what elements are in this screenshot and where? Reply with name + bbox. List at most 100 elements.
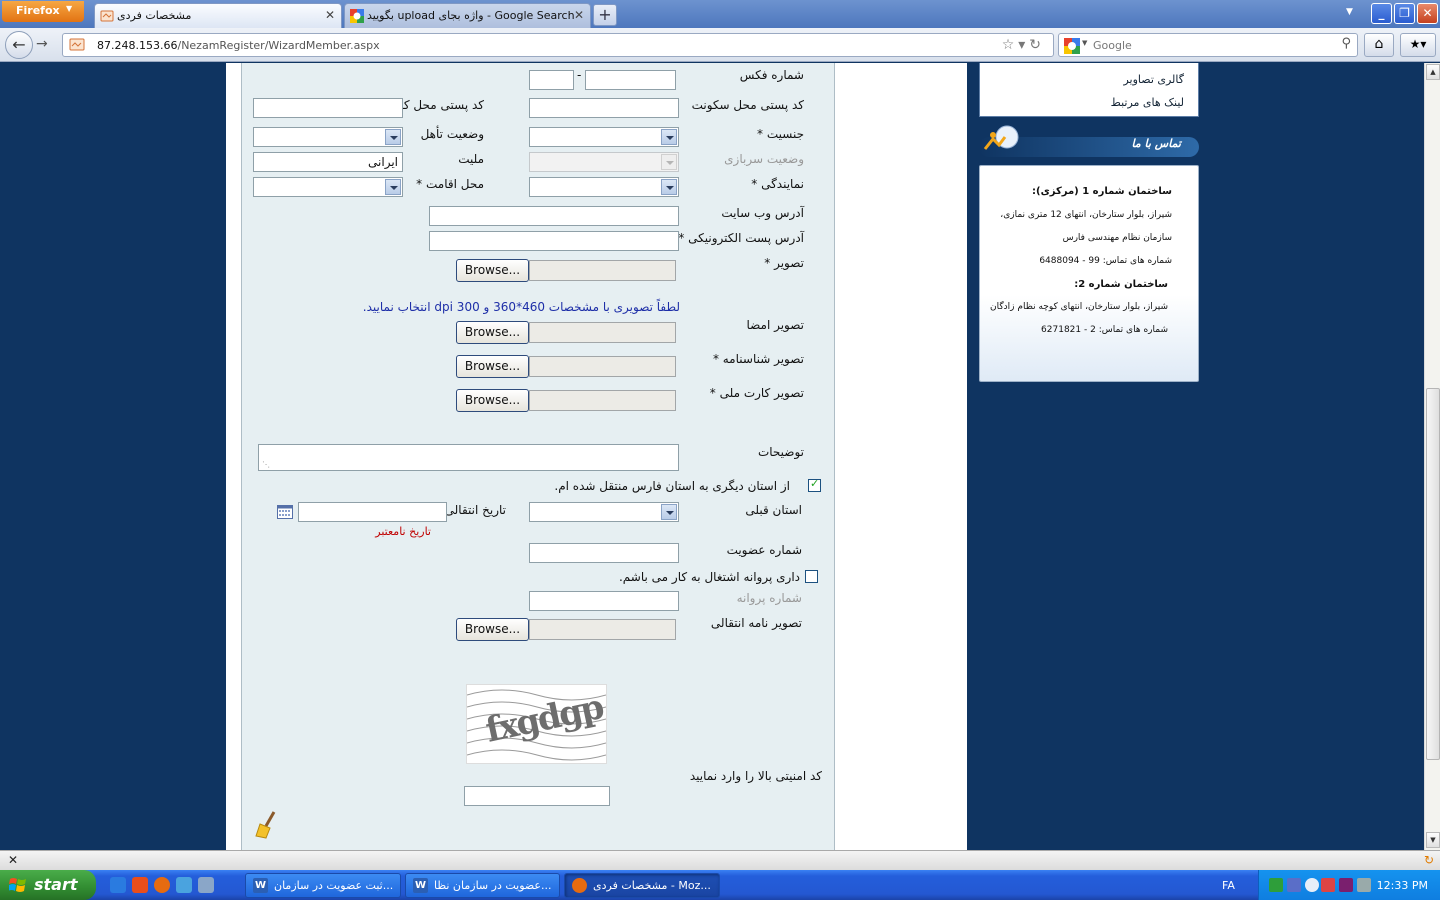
work-postal-label: کد پستی محل کار	[394, 98, 484, 112]
captcha-input[interactable]	[464, 786, 610, 806]
chevron-down-icon[interactable]: ▼	[1082, 39, 1087, 47]
close-tab-icon[interactable]: ✕	[325, 8, 335, 22]
start-label: start	[34, 875, 78, 894]
nationality-label: ملیت	[458, 152, 484, 166]
photo-file-field[interactable]	[529, 260, 676, 281]
residence-select[interactable]	[253, 177, 403, 197]
notes-textarea[interactable]: ⋰	[258, 444, 679, 471]
media-player-icon[interactable]	[132, 877, 148, 893]
new-tab-button[interactable]: +	[593, 4, 617, 26]
chevron-down-icon	[661, 179, 677, 195]
contact-line: شماره های تماس: 2 - 6271821	[1041, 325, 1168, 335]
office-select[interactable]	[529, 177, 679, 197]
signature-browse-button[interactable]: Browse...	[456, 321, 529, 344]
url-host: 87.248.153.66	[97, 39, 178, 52]
update-icon[interactable]	[1305, 878, 1319, 892]
birth-certificate-file-field[interactable]	[529, 356, 676, 377]
close-icon[interactable]: ✕	[8, 853, 18, 867]
close-window-button[interactable]: ✕	[1417, 3, 1438, 24]
firefox-menu-label: Firefox	[16, 4, 60, 17]
site-identity-icon	[69, 38, 85, 51]
home-postal-label: کد پستی محل سکونت	[691, 98, 804, 112]
tab-personal-info[interactable]: مشخصات فردی ✕	[94, 3, 342, 28]
calendar-icon[interactable]	[277, 505, 293, 519]
list-all-tabs-icon[interactable]: ▼	[1346, 7, 1353, 17]
start-button[interactable]: start	[0, 870, 96, 900]
national-id-file-field[interactable]	[529, 390, 676, 411]
internet-explorer-icon[interactable]	[110, 877, 126, 893]
close-tab-icon[interactable]: ✕	[574, 8, 584, 22]
marital-status-select[interactable]	[253, 127, 403, 147]
onenote-icon[interactable]	[1339, 878, 1353, 892]
restore-button[interactable]: ❐	[1394, 3, 1415, 24]
back-button[interactable]: ←	[5, 31, 33, 59]
taskbar-item-word-2[interactable]: W عضویت در سازمان نظا...	[405, 873, 560, 898]
email-input[interactable]	[429, 231, 679, 251]
bookmark-star-icon[interactable]: ☆▾↻	[1002, 37, 1045, 53]
sync-icon[interactable]: ↻	[1424, 853, 1434, 867]
license-check-label: داری پروانه اشتغال به کار می باشم.	[618, 570, 800, 584]
previous-province-select[interactable]	[529, 502, 679, 522]
network-icon[interactable]	[1269, 878, 1283, 892]
tab-title: بگوييد upload واژه بجای - Google Search	[367, 9, 575, 22]
minimize-button[interactable]: _	[1371, 3, 1392, 24]
photo-hint: لطفاً تصویری با مشخصات 460*360 و dpi 300…	[362, 300, 680, 314]
work-postal-input[interactable]	[253, 98, 403, 118]
browser-icon[interactable]	[176, 877, 192, 893]
tab-strip: Firefox ▼ مشخصات فردی ✕ بگوييد upload وا…	[0, 0, 1440, 28]
url-text: 87.248.153.66/NezamRegister/WizardMember…	[97, 39, 380, 52]
forward-button[interactable]: →	[36, 36, 48, 52]
google-icon	[1064, 38, 1080, 54]
contact-line: ساختمان شماره 1 (مرکزی):	[1032, 186, 1172, 197]
website-input[interactable]	[429, 206, 679, 226]
national-id-browse-button[interactable]: Browse...	[456, 389, 529, 412]
transfer-date-input[interactable]	[298, 502, 447, 522]
language-indicator[interactable]: FA	[1222, 879, 1235, 892]
signature-file-field[interactable]	[529, 322, 676, 343]
scroll-down-icon[interactable]: ▼	[1426, 832, 1440, 848]
firefox-menu-button[interactable]: Firefox ▼	[2, 1, 84, 22]
display-icon[interactable]	[1287, 878, 1301, 892]
search-bar[interactable]: ▼ Google ⚲	[1058, 33, 1358, 57]
url-bar[interactable]: 87.248.153.66/NezamRegister/WizardMember…	[62, 33, 1054, 57]
birth-certificate-browse-button[interactable]: Browse...	[456, 355, 529, 378]
broom-icon[interactable]	[254, 810, 280, 840]
resize-grip-icon[interactable]: ⋰	[262, 460, 270, 469]
firefox-icon[interactable]	[154, 877, 170, 893]
vertical-scrollbar[interactable]: ▲ ▼	[1424, 63, 1440, 850]
chevron-down-icon	[385, 179, 401, 195]
transfer-letter-browse-button[interactable]: Browse...	[456, 618, 529, 641]
antivirus-icon[interactable]	[1321, 878, 1335, 892]
license-number-input[interactable]	[529, 591, 679, 611]
signature-label: تصویر امضا	[746, 318, 804, 332]
birth-certificate-label: تصویر شناسنامه *	[712, 352, 804, 366]
sidebar-link-gallery[interactable]: گالری تصاویر	[1123, 73, 1184, 86]
photo-browse-button[interactable]: Browse...	[456, 259, 529, 282]
word-icon: W	[413, 878, 428, 893]
taskbar-item-firefox[interactable]: مشخصات فردی - Moz...	[564, 873, 720, 898]
firefox-icon	[572, 878, 587, 893]
tools-icon[interactable]	[198, 877, 214, 893]
transferred-label: از استان دیگری به استان فارس منتقل شده ا…	[554, 479, 790, 493]
fax-number-input[interactable]	[585, 70, 676, 90]
scrollbar-thumb[interactable]	[1426, 388, 1440, 760]
sidebar-links-box: گالری تصاویر لینک های مرتبط	[979, 63, 1199, 117]
nationality-input[interactable]: ایرانی	[253, 152, 403, 172]
search-icon[interactable]: ⚲	[1341, 36, 1351, 51]
scroll-up-icon[interactable]: ▲	[1426, 64, 1440, 80]
sidebar-link-related[interactable]: لینک های مرتبط	[1111, 96, 1184, 109]
license-number-label: شماره پروانه	[736, 591, 802, 605]
license-checkbox[interactable]	[805, 570, 818, 583]
home-postal-input[interactable]	[529, 98, 679, 118]
bookmarks-button[interactable]: ★▾	[1400, 33, 1436, 57]
transfer-letter-file-field[interactable]	[529, 619, 676, 640]
tab-google-search[interactable]: بگوييد upload واژه بجای - Google Search …	[344, 3, 591, 28]
volume-icon[interactable]	[1357, 878, 1371, 892]
transferred-checkbox[interactable]	[808, 477, 821, 492]
contact-line: شماره های تماس: 99 - 6488094	[1039, 256, 1172, 266]
fax-code-input[interactable]	[529, 70, 574, 90]
gender-select[interactable]	[529, 127, 679, 147]
taskbar-item-word-1[interactable]: W ثبت عضویت در سازمان...	[245, 873, 401, 898]
home-button[interactable]: ⌂	[1364, 33, 1394, 57]
membership-number-input[interactable]	[529, 543, 679, 563]
